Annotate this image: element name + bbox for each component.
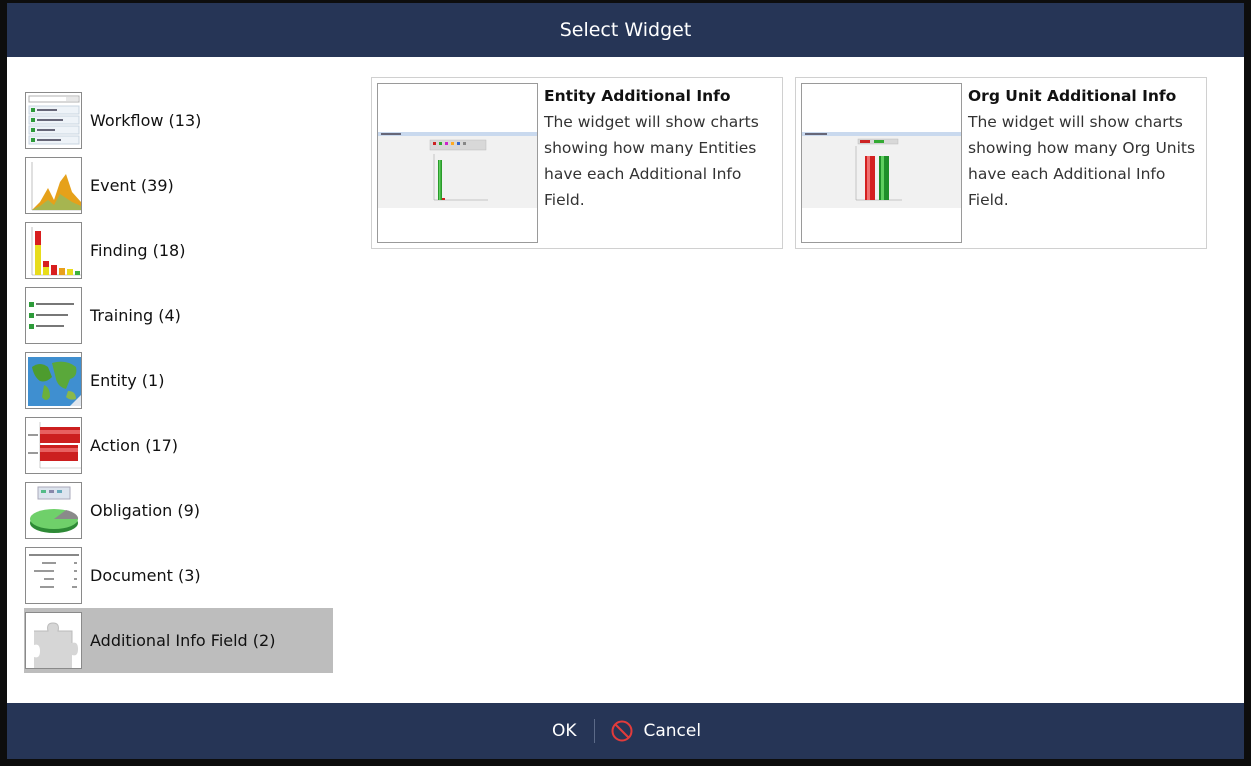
widget-list: Entity Additional Info The widget will s… <box>371 77 1207 249</box>
category-label: Action (17) <box>90 436 179 455</box>
pie-chart-icon <box>25 482 82 539</box>
document-table-icon <box>25 547 82 604</box>
button-divider <box>594 719 596 743</box>
training-list-icon <box>25 287 82 344</box>
select-widget-dialog: Select Widget Workflow (13) Event (39) F… <box>0 0 1251 766</box>
cancel-icon <box>611 720 633 742</box>
widget-title: Org Unit Additional Info <box>968 87 1177 105</box>
category-label: Training (4) <box>90 306 181 325</box>
category-document[interactable]: Document (3) <box>24 543 333 608</box>
widget-card-org-unit-additional-info[interactable]: Org Unit Additional Info The widget will… <box>795 77 1207 249</box>
widget-title: Entity Additional Info <box>544 87 731 105</box>
category-training[interactable]: Training (4) <box>24 283 333 348</box>
widget-card-entity-additional-info[interactable]: Entity Additional Info The widget will s… <box>371 77 783 249</box>
puzzle-piece-icon <box>25 612 82 669</box>
category-label: Entity (1) <box>90 371 165 390</box>
area-chart-icon <box>25 157 82 214</box>
widget-text: Entity Additional Info The widget will s… <box>538 83 777 243</box>
category-event[interactable]: Event (39) <box>24 153 333 218</box>
category-label: Additional Info Field (2) <box>90 631 276 650</box>
category-action[interactable]: Action (17) <box>24 413 333 478</box>
widget-description: The widget will show charts showing how … <box>544 113 759 209</box>
world-map-icon <box>25 352 82 409</box>
category-label: Event (39) <box>90 176 174 195</box>
category-entity[interactable]: Entity (1) <box>24 348 333 413</box>
dialog-footer: OK Cancel <box>7 703 1244 759</box>
cancel-label: Cancel <box>643 721 702 741</box>
widget-description: The widget will show charts showing how … <box>968 113 1196 209</box>
widget-preview-chart <box>801 83 962 243</box>
widget-text: Org Unit Additional Info The widget will… <box>962 83 1201 243</box>
category-list: Workflow (13) Event (39) Finding (18) Tr… <box>24 88 333 673</box>
category-label: Obligation (9) <box>90 501 200 520</box>
dialog-title: Select Widget <box>559 19 692 41</box>
category-obligation[interactable]: Obligation (9) <box>24 478 333 543</box>
category-label: Finding (18) <box>90 241 186 260</box>
dialog-titlebar: Select Widget <box>7 3 1244 57</box>
cancel-button[interactable]: Cancel <box>599 720 713 742</box>
category-finding[interactable]: Finding (18) <box>24 218 333 283</box>
bar-chart-icon <box>25 222 82 279</box>
category-label: Document (3) <box>90 566 201 585</box>
horizontal-bar-icon <box>25 417 82 474</box>
ok-button[interactable]: OK <box>538 721 591 741</box>
category-workflow[interactable]: Workflow (13) <box>24 88 333 153</box>
workflow-list-icon <box>25 92 82 149</box>
category-additional-info-field[interactable]: Additional Info Field (2) <box>24 608 333 673</box>
widget-preview-chart <box>377 83 538 243</box>
category-label: Workflow (13) <box>90 111 202 130</box>
